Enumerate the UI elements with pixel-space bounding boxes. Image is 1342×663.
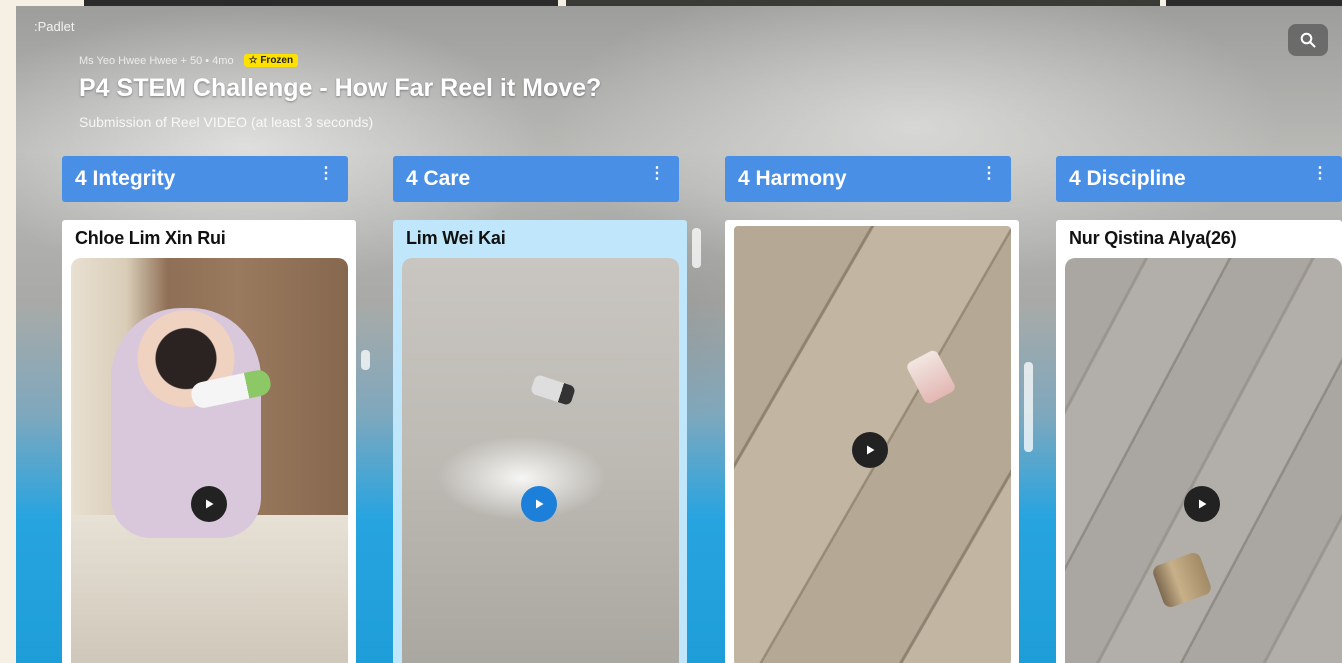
column-label: 4 Harmony [738,167,847,190]
play-button[interactable] [521,486,557,522]
column-label: 4 Integrity [75,167,176,190]
column-header-care[interactable]: 4 Care ⋮ [393,156,679,202]
more-vertical-icon[interactable]: ⋮ [1312,166,1328,182]
post-card-integrity[interactable]: Chloe Lim Xin Rui [62,220,356,663]
post-author: Lim Wei Kai [406,228,506,248]
search-icon [1300,32,1316,48]
play-button[interactable] [1184,486,1220,522]
video-thumbnail[interactable] [71,258,348,663]
play-button[interactable] [852,432,888,468]
more-vertical-icon[interactable]: ⋮ [318,166,334,182]
column-label: 4 Discipline [1069,167,1186,190]
video-thumbnail[interactable] [1065,258,1342,663]
column-scrollbar[interactable] [1024,362,1033,452]
reel-object [905,348,957,406]
column-header-harmony[interactable]: 4 Harmony ⋮ [725,156,1011,202]
column-header-integrity[interactable]: 4 Integrity ⋮ [62,156,348,202]
board-title: P4 STEM Challenge - How Far Reel it Move… [79,74,602,102]
video-thumbnail[interactable] [734,226,1011,663]
video-thumbnail[interactable] [402,258,679,663]
column-scrollbar[interactable] [361,350,370,370]
post-card-care[interactable]: Lim Wei Kai [393,220,687,663]
padlet-board: :Padlet Ms Yeo Hwee Hwee + 50 • 4mo ☆ Fr… [16,6,1342,663]
play-icon [536,499,544,509]
board-author[interactable]: Ms Yeo Hwee Hwee + 50 • 4mo [79,55,234,67]
frozen-badge: ☆ Frozen [243,54,299,67]
more-vertical-icon[interactable]: ⋮ [649,166,665,182]
post-author: Chloe Lim Xin Rui [75,228,226,248]
play-icon [206,499,214,509]
reel-object [1150,550,1214,610]
search-button[interactable] [1288,24,1328,56]
padlet-logo[interactable]: :Padlet [34,19,74,34]
post-card-harmony[interactable] [725,220,1019,663]
post-card-discipline[interactable]: Nur Qistina Alya(26) [1056,220,1342,663]
more-vertical-icon[interactable]: ⋮ [981,166,997,182]
board-meta: Ms Yeo Hwee Hwee + 50 • 4mo ☆ Frozen [79,54,299,67]
play-button[interactable] [191,486,227,522]
play-icon [1199,499,1207,509]
child-figure [111,308,261,538]
column-scrollbar[interactable] [692,228,701,268]
post-author: Nur Qistina Alya(26) [1069,228,1237,248]
column-header-discipline[interactable]: 4 Discipline ⋮ [1056,156,1342,202]
play-icon [867,445,875,455]
column-label: 4 Care [406,167,471,190]
reel-object [529,374,577,406]
board-subtitle: Submission of Reel VIDEO (at least 3 sec… [79,114,374,130]
